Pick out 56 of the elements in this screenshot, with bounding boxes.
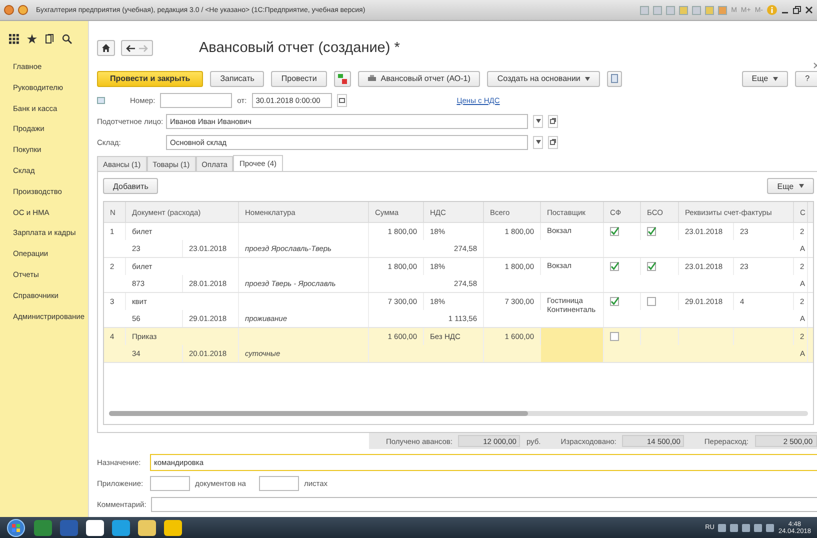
post-and-close-button[interactable]: Провести и закрыть: [97, 70, 204, 86]
grid-menu-icon[interactable]: [9, 34, 19, 44]
calendar-icon: [338, 98, 345, 102]
report-button[interactable]: [607, 70, 622, 86]
caret-icon: [536, 119, 540, 123]
documents-count-field[interactable]: [150, 476, 190, 490]
toolbar-button[interactable]: ?: [795, 70, 817, 86]
caret-icon: [585, 76, 590, 80]
open-icon: [550, 118, 556, 124]
caret-icon: [536, 140, 540, 144]
caret-icon: [773, 76, 778, 80]
checked-checkbox[interactable]: [610, 227, 619, 236]
checkbox[interactable]: [610, 332, 619, 341]
sheets-count-field[interactable]: [258, 476, 299, 490]
print-button[interactable]: Авансовый отчет (АО-1): [358, 70, 480, 86]
document-title: Авансовый отчет (создание) *: [199, 40, 400, 56]
checkbox[interactable]: [647, 297, 656, 306]
dropdown-button[interactable]: [533, 136, 543, 148]
horizontal-scrollbar[interactable]: [109, 411, 808, 416]
caret-icon: [798, 184, 804, 188]
journal-button[interactable]: [334, 70, 351, 86]
toolbar-button[interactable]: Записать: [210, 70, 264, 86]
search-icon[interactable]: [62, 34, 72, 44]
number-edit-icon[interactable]: [97, 96, 105, 104]
toolbar-button[interactable]: Провести: [271, 70, 327, 86]
dropdown-button[interactable]: Создать на основании: [487, 70, 600, 86]
table-cell: [541, 328, 604, 362]
checked-checkbox[interactable]: [647, 227, 656, 236]
checked-checkbox[interactable]: [610, 297, 619, 306]
debit-credit-icon: [338, 74, 347, 84]
calendar-button[interactable]: [336, 94, 347, 106]
scrollbar-thumb[interactable]: [109, 411, 528, 416]
start-button-icon[interactable]: [6, 518, 26, 536]
open-button[interactable]: [548, 136, 558, 148]
close-icon[interactable]: [805, 6, 813, 14]
back-arrow-icon[interactable]: [126, 44, 135, 52]
checked-checkbox[interactable]: [647, 262, 656, 271]
home-button[interactable]: [97, 40, 115, 56]
comment-field[interactable]: [151, 496, 817, 512]
open-icon: [550, 139, 556, 145]
dropdown-button[interactable]: [533, 114, 543, 128]
dropdown-button[interactable]: Еще: [767, 178, 814, 194]
star-icon[interactable]: [27, 34, 37, 44]
checked-checkbox[interactable]: [610, 262, 619, 271]
printer-icon: [368, 75, 376, 82]
dropdown-button[interactable]: Еще: [742, 70, 788, 86]
home-icon: [102, 44, 110, 52]
app-logo-icon: [4, 5, 14, 15]
restore-icon[interactable]: [793, 6, 801, 14]
history-icon[interactable]: [45, 34, 54, 44]
number-field[interactable]: [160, 92, 232, 108]
menu-icon[interactable]: [18, 5, 28, 15]
info-icon[interactable]: [767, 5, 777, 15]
open-button[interactable]: [548, 114, 558, 128]
add-button[interactable]: Добавить: [103, 178, 158, 194]
document-icon: [611, 74, 618, 83]
